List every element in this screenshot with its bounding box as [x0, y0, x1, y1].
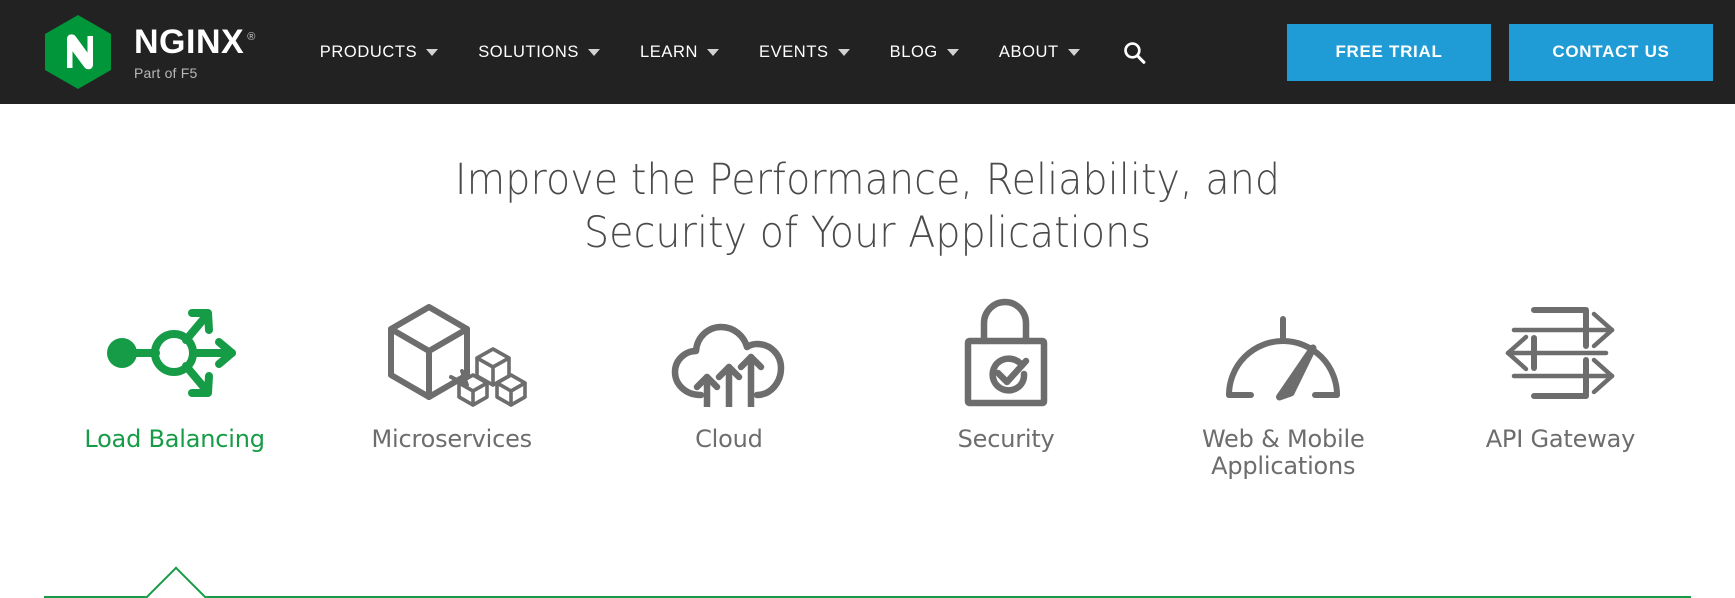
padlock-check-icon [954, 294, 1058, 412]
nav-item-events[interactable]: EVENTS [739, 33, 870, 72]
main-navigation: PRODUCTS SOLUTIONS LEARN EVENTS BLOG ABO… [300, 32, 1155, 73]
brand-wordmark: NGINX ® Part of F5 [134, 25, 256, 80]
active-tab-indicator-row [0, 522, 1735, 598]
active-tab-pointer-icon [142, 564, 208, 598]
chevron-down-icon [426, 48, 439, 56]
site-header: NGINX ® Part of F5 PRODUCTS SOLUTIONS LEA… [0, 0, 1735, 104]
chevron-down-icon [837, 48, 850, 56]
nav-item-learn[interactable]: LEARN [620, 33, 739, 72]
speedometer-gauge-icon [1221, 294, 1345, 412]
tab-label: Web & Mobile Applications [1201, 424, 1365, 480]
registered-trademark-icon: ® [247, 31, 256, 44]
nav-label: ABOUT [998, 42, 1059, 61]
page-title: Improve the Performance, Reliability, an… [69, 154, 1665, 260]
nav-item-about[interactable]: ABOUT [979, 33, 1100, 72]
tab-web-mobile-applications[interactable]: Web & Mobile Applications [1145, 294, 1422, 480]
contact-us-button[interactable]: CONTACT US [1509, 23, 1713, 81]
nav-label: LEARN [639, 42, 698, 61]
nav-item-blog[interactable]: BLOG [870, 33, 979, 72]
free-trial-button[interactable]: FREE TRIAL [1287, 23, 1491, 81]
nav-item-products[interactable]: PRODUCTS [300, 33, 458, 72]
chevron-down-icon [587, 48, 600, 56]
tab-api-gateway[interactable]: API Gateway [1422, 294, 1699, 453]
brand-name-text: NGINX [134, 22, 245, 61]
cloud-arrows-icon [663, 294, 795, 412]
nav-label: EVENTS [758, 42, 829, 61]
tab-label: Load Balancing [84, 424, 265, 453]
tab-microservices[interactable]: Microservices [313, 294, 590, 453]
brand-logo-link[interactable]: NGINX ® Part of F5 [44, 14, 256, 90]
nav-label: SOLUTIONS [478, 42, 579, 61]
search-icon[interactable] [1114, 32, 1155, 73]
api-gateway-arrows-icon [1496, 294, 1624, 412]
hero-section: Improve the Performance, Reliability, an… [0, 104, 1735, 598]
nav-item-solutions[interactable]: SOLUTIONS [458, 33, 620, 72]
tab-label: Security [957, 424, 1055, 453]
tab-security[interactable]: Security [868, 294, 1145, 453]
nginx-hexagon-n-logo [44, 14, 112, 90]
load-balancing-icon [104, 294, 246, 412]
chevron-down-icon [946, 48, 959, 56]
tab-cloud[interactable]: Cloud [590, 294, 867, 453]
brand-subtitle: Part of F5 [134, 64, 198, 81]
feature-tabs: Load Balancing Microservices Cloud Secur… [0, 294, 1735, 480]
microservices-cubes-icon [377, 294, 527, 412]
chevron-down-icon [1067, 48, 1080, 56]
header-actions: FREE TRIAL CONTACT US [1287, 23, 1713, 81]
tab-label: Cloud [695, 424, 763, 453]
tab-label: API Gateway [1485, 424, 1636, 453]
tab-label: Microservices [371, 424, 533, 453]
nav-label: PRODUCTS [319, 42, 418, 61]
headline-line-1: Improve the Performance, Reliability, an… [454, 155, 1281, 205]
headline-line-2: Security of Your Applications [583, 207, 1152, 258]
nav-label: BLOG [889, 42, 938, 61]
tab-load-balancing[interactable]: Load Balancing [36, 294, 313, 453]
chevron-down-icon [706, 48, 719, 56]
